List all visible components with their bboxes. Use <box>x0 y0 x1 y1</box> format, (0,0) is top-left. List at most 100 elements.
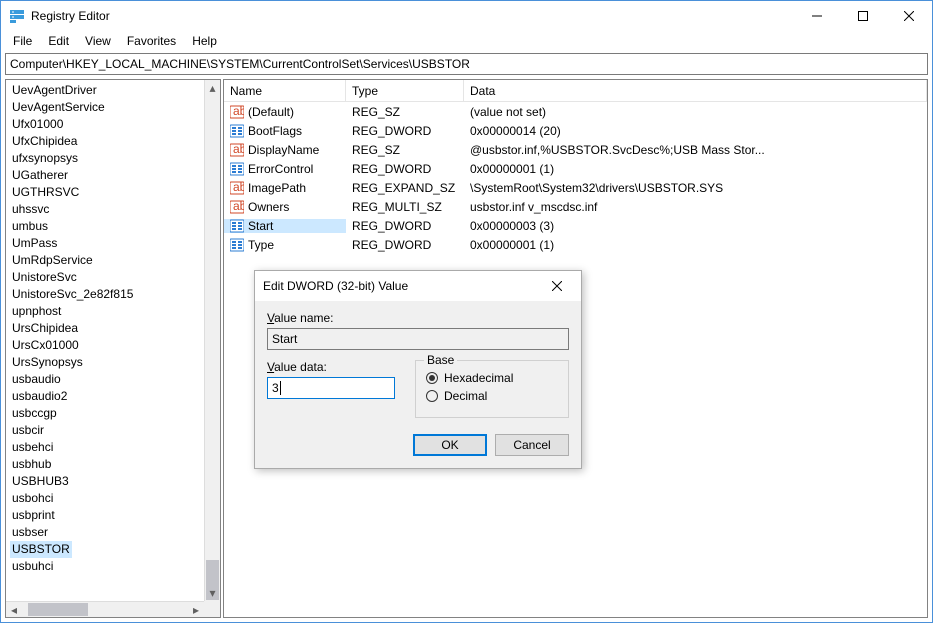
tree-node[interactable]: UevAgentService <box>10 99 204 116</box>
tree-node[interactable]: ufxsynopsys <box>10 150 204 167</box>
tree-node[interactable]: UmRdpService <box>10 252 204 269</box>
ok-button[interactable]: OK <box>413 434 487 456</box>
tree-node[interactable]: usbaudio2 <box>10 388 204 405</box>
tree-node[interactable]: UnistoreSvc <box>10 269 204 286</box>
cell-type: REG_DWORD <box>346 162 464 176</box>
listview-header: Name Type Data <box>224 80 927 102</box>
tree-node[interactable]: usbehci <box>10 439 204 456</box>
dialog-title-text: Edit DWORD (32-bit) Value <box>263 279 541 293</box>
svg-text:ab: ab <box>233 200 244 213</box>
dialog-titlebar[interactable]: Edit DWORD (32-bit) Value <box>255 271 581 301</box>
tree-node[interactable]: usbprint <box>10 507 204 524</box>
tree-node[interactable]: UrsSynopsys <box>10 354 204 371</box>
tree-vertical-scrollbar[interactable]: ▴ ▾ <box>204 80 220 601</box>
minimize-button[interactable] <box>794 1 840 31</box>
cell-name: abOwners <box>224 200 346 214</box>
edit-dword-dialog: Edit DWORD (32-bit) Value Value name: Va… <box>254 270 582 469</box>
value-data-field[interactable]: 3 <box>267 377 395 399</box>
tree-node[interactable]: UGTHRSVC <box>10 184 204 201</box>
listview-row[interactable]: BootFlagsREG_DWORD0x00000014 (20) <box>224 121 927 140</box>
cancel-button[interactable]: Cancel <box>495 434 569 456</box>
radio-decimal[interactable]: Decimal <box>426 389 558 403</box>
cell-type: REG_EXPAND_SZ <box>346 181 464 195</box>
column-header-data[interactable]: Data <box>464 80 927 101</box>
cell-name: BootFlags <box>224 124 346 138</box>
listview-row[interactable]: TypeREG_DWORD0x00000001 (1) <box>224 235 927 254</box>
tree-node[interactable]: UrsChipidea <box>10 320 204 337</box>
menu-edit[interactable]: Edit <box>40 32 77 50</box>
address-bar[interactable] <box>5 53 928 75</box>
tree-node[interactable]: UGatherer <box>10 167 204 184</box>
listview-row[interactable]: ErrorControlREG_DWORD0x00000001 (1) <box>224 159 927 178</box>
address-input[interactable] <box>10 57 923 71</box>
tree-node[interactable]: usbser <box>10 524 204 541</box>
value-name-field[interactable] <box>267 328 569 350</box>
base-groupbox: Base Hexadecimal Decimal <box>415 360 569 418</box>
radio-icon <box>426 390 438 402</box>
dialog-close-button[interactable] <box>541 271 573 301</box>
scroll-right-arrow[interactable]: ▸ <box>188 602 204 617</box>
cell-name: ab(Default) <box>224 105 346 119</box>
listview-row[interactable]: StartREG_DWORD0x00000003 (3) <box>224 216 927 235</box>
radio-icon <box>426 372 438 384</box>
tree-node[interactable]: usbccgp <box>10 405 204 422</box>
menu-view[interactable]: View <box>77 32 119 50</box>
column-header-name[interactable]: Name <box>224 80 346 101</box>
cell-type: REG_SZ <box>346 105 464 119</box>
menu-favorites[interactable]: Favorites <box>119 32 184 50</box>
cell-name: Type <box>224 238 346 252</box>
listview-row[interactable]: abDisplayNameREG_SZ@usbstor.inf,%USBSTOR… <box>224 140 927 159</box>
cell-type: REG_SZ <box>346 143 464 157</box>
tree-node[interactable]: usbohci <box>10 490 204 507</box>
menubar: File Edit View Favorites Help <box>1 31 932 51</box>
tree-node[interactable]: umbus <box>10 218 204 235</box>
tree-node[interactable]: usbhub <box>10 456 204 473</box>
cell-data: @usbstor.inf,%USBSTOR.SvcDesc%;USB Mass … <box>464 143 927 157</box>
listview-row[interactable]: abOwnersREG_MULTI_SZusbstor.inf v_mscdsc… <box>224 197 927 216</box>
regedit-icon <box>9 8 25 24</box>
tree-node[interactable]: USBSTOR <box>10 541 72 558</box>
tree-node[interactable]: UnistoreSvc_2e82f815 <box>10 286 204 303</box>
cell-data: 0x00000003 (3) <box>464 219 927 233</box>
tree-node[interactable]: Ufx01000 <box>10 116 204 133</box>
tree-node[interactable]: uhssvc <box>10 201 204 218</box>
tree-node[interactable]: UmPass <box>10 235 204 252</box>
scroll-left-arrow[interactable]: ◂ <box>6 602 22 617</box>
cell-type: REG_MULTI_SZ <box>346 200 464 214</box>
tree-node[interactable]: upnphost <box>10 303 204 320</box>
cell-type: REG_DWORD <box>346 219 464 233</box>
cell-data: \SystemRoot\System32\drivers\USBSTOR.SYS <box>464 181 927 195</box>
scroll-up-arrow[interactable]: ▴ <box>205 80 220 96</box>
tree-node[interactable]: usbaudio <box>10 371 204 388</box>
cell-type: REG_DWORD <box>346 124 464 138</box>
svg-text:ab: ab <box>233 105 244 118</box>
tree-node[interactable]: usbuhci <box>10 558 204 575</box>
svg-text:ab: ab <box>233 143 244 156</box>
cell-data: 0x00000014 (20) <box>464 124 927 138</box>
menu-help[interactable]: Help <box>184 32 225 50</box>
listview-row[interactable]: abImagePathREG_EXPAND_SZ\SystemRoot\Syst… <box>224 178 927 197</box>
window-controls <box>794 1 932 31</box>
tree-node[interactable]: UrsCx01000 <box>10 337 204 354</box>
value-name-label: Value name: <box>267 311 569 325</box>
tree-node[interactable]: UevAgentDriver <box>10 82 204 99</box>
close-button[interactable] <box>886 1 932 31</box>
scroll-down-arrow[interactable]: ▾ <box>205 585 220 601</box>
scroll-thumb[interactable] <box>28 603 88 616</box>
tree-node[interactable]: USBHUB3 <box>10 473 204 490</box>
tree-node[interactable]: UfxChipidea <box>10 133 204 150</box>
cell-data: usbstor.inf v_mscdsc.inf <box>464 200 927 214</box>
window-title: Registry Editor <box>31 9 794 23</box>
tree-node[interactable]: usbcir <box>10 422 204 439</box>
base-legend: Base <box>424 353 457 367</box>
menu-file[interactable]: File <box>5 32 40 50</box>
cell-name: abImagePath <box>224 181 346 195</box>
column-header-type[interactable]: Type <box>346 80 464 101</box>
maximize-button[interactable] <box>840 1 886 31</box>
cell-type: REG_DWORD <box>346 238 464 252</box>
cell-name: ErrorControl <box>224 162 346 176</box>
radio-hexadecimal[interactable]: Hexadecimal <box>426 371 558 385</box>
tree-horizontal-scrollbar[interactable]: ◂ ▸ <box>6 601 204 617</box>
cell-data: 0x00000001 (1) <box>464 238 927 252</box>
listview-row[interactable]: ab(Default)REG_SZ(value not set) <box>224 102 927 121</box>
